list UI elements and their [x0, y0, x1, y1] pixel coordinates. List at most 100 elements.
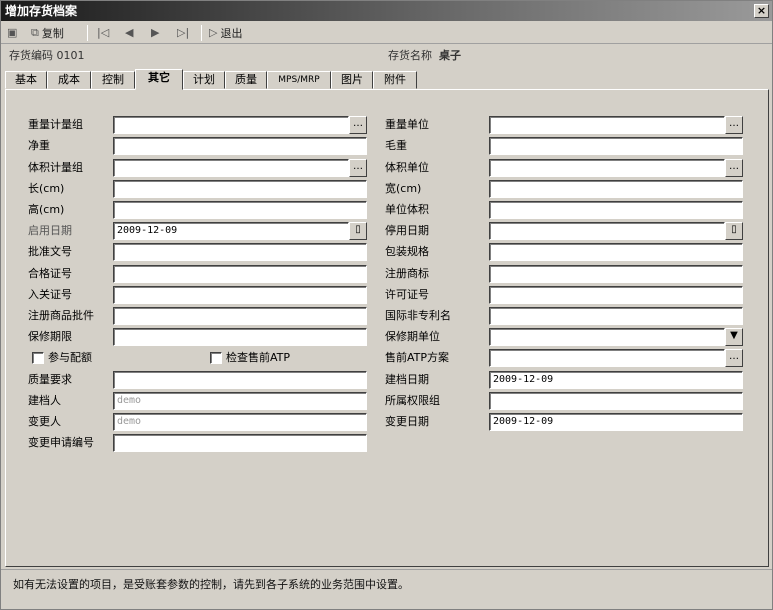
- customs-label: 入关证号: [28, 288, 72, 301]
- matching-checkbox[interactable]: [32, 352, 44, 364]
- ellipsis-icon: …: [353, 118, 363, 129]
- calendar-icon: ▯: [731, 224, 737, 235]
- ellipsis-icon: …: [729, 118, 739, 129]
- stop-date-input[interactable]: [489, 222, 725, 240]
- tab-picture[interactable]: 图片: [331, 71, 373, 89]
- modifier-label: 变更人: [28, 415, 61, 428]
- permission-group-input[interactable]: [489, 392, 743, 410]
- net-weight-label: 净重: [28, 139, 50, 152]
- certificate-input[interactable]: [113, 265, 367, 283]
- save-icon: ▣: [7, 26, 18, 39]
- info-bar: 存货编码 0101 存货名称 桌子: [1, 46, 772, 66]
- weight-group-label: 重量计量组: [28, 118, 83, 131]
- volume-group-input[interactable]: [113, 159, 349, 177]
- trademark-label: 注册商标: [385, 267, 429, 280]
- height-input[interactable]: [113, 201, 367, 219]
- width-input[interactable]: [489, 180, 743, 198]
- warranty-unit-dropdown-button[interactable]: ▼: [725, 328, 743, 346]
- weight-unit-label: 重量单位: [385, 118, 429, 131]
- tab-plan[interactable]: 计划: [183, 71, 225, 89]
- tab-other[interactable]: 其它: [135, 69, 183, 90]
- window-title: 增加存货档案: [5, 4, 78, 18]
- volume-group-label: 体积计量组: [28, 161, 83, 174]
- length-input[interactable]: [113, 180, 367, 198]
- intl-name-input[interactable]: [489, 307, 743, 325]
- quality-req-label: 质量要求: [28, 373, 72, 386]
- matching-label: 参与配额: [48, 351, 92, 364]
- inventory-name-label: 存货名称: [388, 49, 432, 62]
- toolbar: ▣ ⧉ 复制 |◁ ◀ ▶ ▷| ▷ 退出: [1, 22, 772, 44]
- start-date-input[interactable]: 2009-12-09: [113, 222, 349, 240]
- copy-label: 复制: [41, 27, 64, 40]
- last-record-button[interactable]: ▷|: [177, 25, 189, 41]
- inventory-name-value: 桌子: [439, 49, 461, 62]
- approval-no-label: 批准文号: [28, 245, 72, 258]
- weight-group-input[interactable]: [113, 116, 349, 134]
- trademark-input[interactable]: [489, 265, 743, 283]
- approval-no-input[interactable]: [113, 243, 367, 261]
- first-record-button[interactable]: |◁: [97, 25, 109, 41]
- presale-atp-browse-button[interactable]: …: [725, 349, 743, 367]
- prev-icon: ◀: [125, 26, 134, 39]
- check-atp-label: 检查售前ATP: [226, 351, 291, 364]
- chevron-down-icon: ▼: [730, 330, 738, 341]
- tab-mps-mrp[interactable]: MPS/MRP: [267, 71, 331, 89]
- warranty-label: 保修期限: [28, 330, 72, 343]
- save-button[interactable]: ▣: [7, 25, 17, 41]
- exit-label: 退出: [220, 27, 243, 40]
- toolbar-separator: [201, 25, 202, 41]
- tab-cost[interactable]: 成本: [47, 71, 91, 89]
- prev-record-button[interactable]: ◀: [125, 25, 133, 41]
- certificate-label: 合格证号: [28, 267, 72, 280]
- tab-basic[interactable]: 基本: [5, 71, 47, 89]
- presale-atp-label: 售前ATP方案: [385, 351, 450, 364]
- copy-button[interactable]: ⧉ 复制: [31, 25, 64, 41]
- last-icon: ▷|: [177, 26, 190, 39]
- net-weight-input[interactable]: [113, 137, 367, 155]
- width-label: 宽(cm): [385, 182, 422, 195]
- registered-item-input[interactable]: [113, 307, 367, 325]
- tab-quality[interactable]: 质量: [225, 71, 267, 89]
- ellipsis-icon: …: [729, 351, 739, 362]
- license-input[interactable]: [489, 286, 743, 304]
- volume-group-browse-button[interactable]: …: [349, 159, 367, 177]
- close-button[interactable]: ×: [754, 4, 769, 18]
- unit-volume-label: 单位体积: [385, 203, 429, 216]
- change-date-label: 变更日期: [385, 415, 429, 428]
- volume-unit-browse-button[interactable]: …: [725, 159, 743, 177]
- quality-req-input[interactable]: [113, 371, 367, 389]
- unit-volume-input[interactable]: [489, 201, 743, 219]
- change-no-input[interactable]: [113, 434, 367, 452]
- change-date-input[interactable]: 2009-12-09: [489, 413, 743, 431]
- create-date-input[interactable]: 2009-12-09: [489, 371, 743, 389]
- status-bar: 如有无法设置的项目，是受账套参数的控制，请先到各子系统的业务范围中设置。: [1, 569, 772, 609]
- creator-label: 建档人: [28, 394, 61, 407]
- customs-input[interactable]: [113, 286, 367, 304]
- exit-button[interactable]: ▷ 退出: [209, 25, 242, 41]
- volume-unit-label: 体积单位: [385, 161, 429, 174]
- presale-atp-input[interactable]: [489, 349, 725, 367]
- next-record-button[interactable]: ▶: [151, 25, 159, 41]
- other-tab-panel: 重量计量组 … 净重 体积计量组 … 长(cm) 高(cm) 启用日期 2009…: [5, 89, 769, 567]
- package-input[interactable]: [489, 243, 743, 261]
- create-date-label: 建档日期: [385, 373, 429, 386]
- weight-unit-input[interactable]: [489, 116, 725, 134]
- warranty-unit-select[interactable]: [489, 328, 725, 346]
- weight-unit-browse-button[interactable]: …: [725, 116, 743, 134]
- ellipsis-icon: …: [729, 161, 739, 172]
- volume-unit-input[interactable]: [489, 159, 725, 177]
- tab-attachment[interactable]: 附件: [373, 71, 417, 89]
- start-date-calendar-button[interactable]: ▯: [349, 222, 367, 240]
- creator-input: demo: [113, 392, 367, 410]
- copy-icon: ⧉: [31, 26, 39, 39]
- registered-item-label: 注册商品批件: [28, 309, 94, 322]
- stop-date-calendar-button[interactable]: ▯: [725, 222, 743, 240]
- gross-weight-input[interactable]: [489, 137, 743, 155]
- weight-group-browse-button[interactable]: …: [349, 116, 367, 134]
- permission-group-label: 所属权限组: [385, 394, 440, 407]
- warranty-input[interactable]: [113, 328, 367, 346]
- tab-control[interactable]: 控制: [91, 71, 135, 89]
- check-atp-checkbox[interactable]: [210, 352, 222, 364]
- first-icon: |◁: [97, 26, 110, 39]
- gross-weight-label: 毛重: [385, 139, 407, 152]
